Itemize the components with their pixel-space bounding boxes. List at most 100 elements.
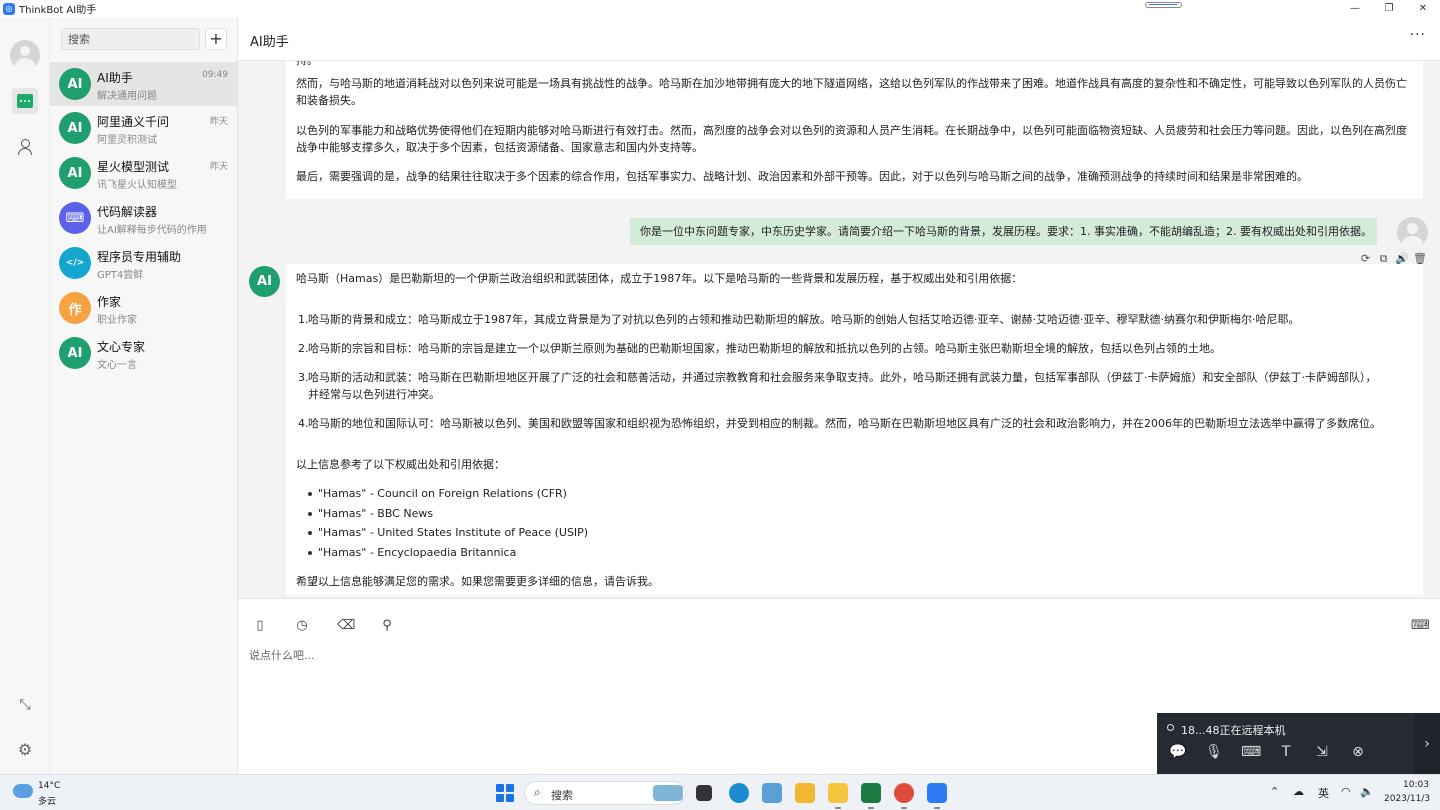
- sidebar-toggle-icon[interactable]: ▯: [252, 618, 268, 634]
- search-input[interactable]: [61, 28, 200, 50]
- user-avatar: [1397, 217, 1428, 248]
- message-input[interactable]: [249, 647, 1149, 737]
- weather-temp[interactable]: 14°C: [38, 781, 60, 791]
- source-item: "Hamas" - Encyclopaedia Britannica: [307, 546, 517, 559]
- thinkbot-app-icon[interactable]: [927, 783, 947, 809]
- add-conversation-button[interactable]: +: [205, 28, 227, 50]
- screen-share-pill[interactable]: [1145, 2, 1182, 8]
- remote-disconnect-icon[interactable]: ⊗: [1349, 744, 1367, 760]
- wifi-icon[interactable]: ◠: [1341, 785, 1351, 798]
- settings-gear-icon[interactable]: ⚙: [12, 736, 38, 762]
- list-text: 哈马斯的活动和武装：哈马斯在巴勒斯坦地区开展了广泛的社会和慈善活动，并通过宗教教…: [308, 371, 1377, 401]
- list-text: 哈马斯的背景和成立：哈马斯成立于1987年，其成立背景是为了对抗以色列的占领和推…: [308, 313, 1300, 326]
- list-text: 哈马斯的宗旨和目标：哈马斯的宗旨是建立一个以伊斯兰原则为基础的巴勒斯坦国家，推动…: [308, 342, 1221, 355]
- keyboard-icon[interactable]: ⌨: [1411, 618, 1430, 634]
- profile-avatar[interactable]: [10, 40, 40, 70]
- window-title: ThinkBot AI助手: [19, 5, 97, 16]
- conversation-subtitle: 职业作家: [97, 315, 137, 326]
- conversation-time: 09:49: [202, 70, 228, 80]
- title-bar: ◎ ThinkBot AI助手 — ❐ ✕: [0, 0, 1440, 17]
- message-list[interactable]: 持。 然而，与哈马斯的地道消耗战对以色列来说可能是一场具有挑战性的战争。哈马斯在…: [238, 61, 1440, 598]
- ai-message-previous: 持。 然而，与哈马斯的地道消耗战对以色列来说可能是一场具有挑战性的战争。哈马斯在…: [286, 61, 1423, 199]
- onedrive-cloud-icon[interactable]: ☁: [1293, 785, 1304, 798]
- conversation-subtitle: 让AI解释每步代码的作用: [97, 225, 207, 236]
- app-logo-icon: ◎: [3, 2, 15, 15]
- tray-chevron-icon[interactable]: ⌃: [1270, 785, 1279, 798]
- list-number: 2.: [298, 342, 309, 355]
- search-icon: ⌕: [534, 785, 541, 799]
- conversation-avatar: AI: [59, 337, 91, 369]
- eraser-icon[interactable]: ⌫: [337, 618, 355, 634]
- weather-cloud-icon[interactable]: [13, 784, 33, 798]
- conversation-item[interactable]: AI 文心专家 文心一言: [50, 331, 237, 375]
- conversation-subtitle: GPT4尝鲜: [97, 270, 144, 281]
- conversation-name: 文心专家: [97, 340, 146, 354]
- chat-nav-button[interactable]: [12, 88, 38, 114]
- photos-app-icon[interactable]: [762, 783, 782, 803]
- remote-keyboard-icon[interactable]: ⌨: [1241, 744, 1261, 760]
- remote-status-icon: [1167, 724, 1174, 731]
- remote-transfer-icon[interactable]: ⇲: [1313, 744, 1331, 760]
- conversation-name: 作家: [97, 295, 122, 309]
- conversation-item[interactable]: 作作家 职业作家: [50, 286, 237, 330]
- conversation-item[interactable]: </> 程序员专用辅助 GPT4尝鲜: [50, 241, 237, 285]
- conversation-avatar: ⌨: [59, 202, 91, 234]
- maximize-button[interactable]: ❐: [1372, 0, 1406, 17]
- remote-chat-icon[interactable]: 💬: [1169, 744, 1187, 760]
- widget-icon[interactable]: [653, 785, 683, 801]
- conversation-time: 昨天: [209, 117, 228, 127]
- task-view-icon[interactable]: [696, 785, 712, 801]
- conversation-avatar: </>: [59, 247, 91, 279]
- pinned-app-icon[interactable]: [795, 783, 815, 803]
- more-options-button[interactable]: ···: [1410, 27, 1426, 43]
- conversation-item[interactable]: AI AI助手解决通用问题 09:49: [50, 62, 237, 106]
- taskbar-search-label: 搜索: [551, 789, 573, 802]
- user-message: 你是一位中东问题专家，中东历史学家。请简要介绍一下哈马斯的背景，发展历程。要求：…: [630, 218, 1377, 245]
- close-button[interactable]: ✕: [1406, 0, 1440, 17]
- message-paragraph: 然而，与哈马斯的地道消耗战对以色列来说可能是一场具有挑战性的战争。哈马斯在加沙地…: [296, 77, 1407, 107]
- conversation-item[interactable]: AI 阿里通义千问 阿里灵积测试 昨天: [50, 106, 237, 150]
- start-button[interactable]: [496, 784, 514, 802]
- remote-status-text: 18...48正在远程本机: [1181, 724, 1286, 737]
- list-item: 4. 哈马斯的地位和国际认可：哈马斯被以色列、美国和欧盟等国家和组织视为恐怖组织…: [298, 415, 1411, 432]
- conversation-subtitle: 解决通用问题: [97, 91, 157, 102]
- weather-desc[interactable]: 多云: [38, 794, 56, 807]
- remote-mic-icon[interactable]: 🎙: [1205, 744, 1223, 760]
- conversation-item[interactable]: ⌨ 代码解读器让AI解释每步代码的作用: [50, 196, 237, 240]
- excel-icon[interactable]: [861, 783, 881, 809]
- file-explorer-icon[interactable]: [828, 783, 848, 809]
- chrome-icon[interactable]: [894, 783, 914, 809]
- pin-icon[interactable]: ⚲: [379, 618, 395, 634]
- clock-time[interactable]: 10:03: [1403, 780, 1429, 790]
- ai-message: 哈马斯（Hamas）是巴勒斯坦的一个伊斯兰政治组织和武装团体，成立于1987年。…: [286, 264, 1423, 595]
- list-number: 4.: [298, 417, 309, 430]
- volume-icon[interactable]: 🔈: [1360, 785, 1374, 798]
- conversation-name: 代码解读器: [97, 205, 158, 219]
- minimize-button[interactable]: —: [1338, 0, 1372, 17]
- remote-expand-button[interactable]: ›: [1414, 713, 1440, 774]
- conversation-name: AI助手: [97, 71, 133, 85]
- conversation-subtitle: 阿里灵积测试: [97, 135, 157, 146]
- conversation-avatar: AI: [59, 112, 91, 144]
- history-icon[interactable]: ◷: [294, 618, 310, 634]
- list-number: 1.: [298, 313, 309, 326]
- source-item: "Hamas" - Council on Foreign Relations (…: [308, 487, 567, 500]
- user-icon: [18, 138, 32, 155]
- ai-avatar: AI: [249, 266, 280, 297]
- collapse-icon[interactable]: ⤡: [12, 692, 38, 718]
- input-language[interactable]: 英: [1318, 785, 1329, 801]
- taskbar: 14°C 多云 ⌕ 搜索 ⌃ ☁ 英 ◠ 🔈 10:03 2023/11/3: [0, 774, 1440, 810]
- clock-date[interactable]: 2023/11/3: [1384, 794, 1430, 804]
- edge-browser-icon[interactable]: [729, 783, 749, 803]
- message-paragraph: 最后，需要强调的是，战争的结果往往取决于多个因素的综合作用，包括军事实力、战略计…: [296, 170, 1308, 183]
- contacts-nav-button[interactable]: [12, 133, 38, 159]
- remote-text-icon[interactable]: T: [1277, 744, 1295, 760]
- conversation-avatar: AI: [59, 68, 91, 100]
- message-text: 持。: [296, 61, 1413, 69]
- chat-title: AI助手: [250, 35, 289, 50]
- conversation-name: 阿里通义千问: [97, 115, 170, 129]
- conversation-item[interactable]: AI 星火模型测试 讯飞星火认知模型 昨天: [50, 151, 237, 195]
- remote-control-popup: 18...48正在远程本机 💬 🎙 ⌨ T ⇲ ⊗ ›: [1157, 713, 1440, 774]
- main-panel: AI助手 ··· 持。 然而，与哈马斯的地道消耗战对以色列来说可能是一场具有挑战…: [238, 17, 1440, 774]
- source-item: "Hamas" - BBC News: [307, 507, 434, 520]
